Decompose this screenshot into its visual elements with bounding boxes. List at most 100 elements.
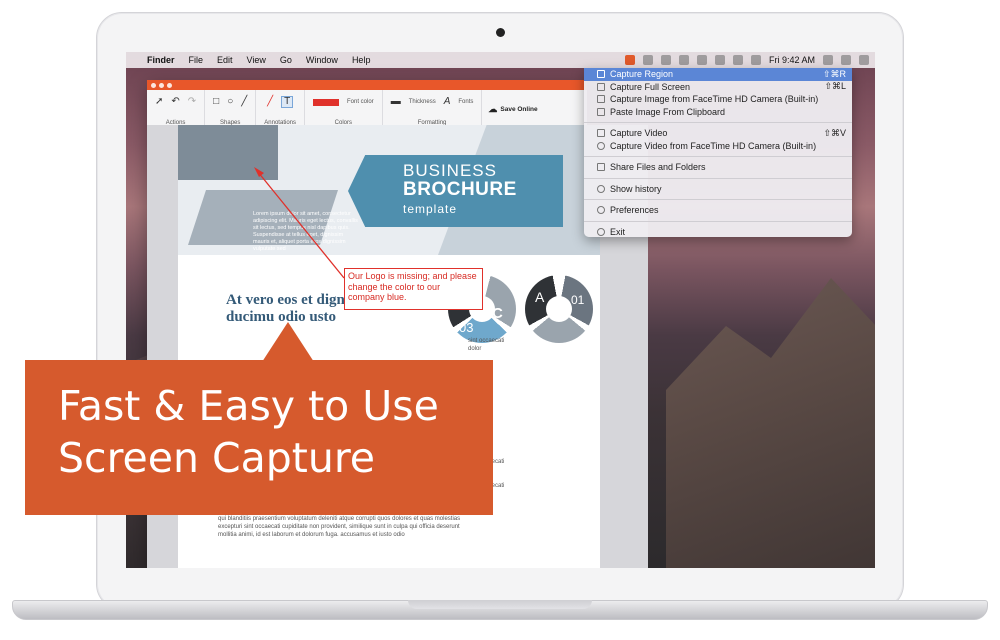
rectangle-icon[interactable]: □ — [213, 97, 219, 107]
toolbar-group-shapes: □ ○ ╱ Shapes — [205, 90, 257, 129]
body-text-right: dolor — [468, 346, 482, 352]
toolbar-group-actions: ➚ ↶ ↷ Actions — [147, 90, 206, 129]
menu-view[interactable]: View — [240, 55, 273, 65]
arrow-tool-icon[interactable]: ╱ — [267, 97, 273, 107]
color-swatch[interactable] — [313, 98, 339, 106]
menu-item-shortcut: ⇧⌘L — [824, 81, 846, 92]
header-paragraph: Lorem ipsum dolor sit amet, consectetur … — [253, 211, 358, 252]
toolbar-group-annotations: ╱ T Annotations — [256, 90, 305, 129]
close-window-button[interactable] — [151, 82, 156, 88]
menu-item-label: Capture Video from FaceTime HD Camera (B… — [610, 140, 817, 151]
list-icon[interactable] — [859, 55, 869, 65]
menu-app-name[interactable]: Finder — [140, 55, 182, 65]
circle-icon[interactable]: ○ — [227, 97, 233, 107]
menu-help[interactable]: Help — [345, 55, 378, 65]
fonts-icon[interactable]: A — [444, 97, 451, 107]
camera-icon — [496, 28, 505, 37]
menu-separator — [584, 122, 852, 123]
screen-capture-app-icon[interactable] — [624, 55, 635, 65]
save-online-label: Save Online — [500, 106, 538, 113]
menu-item-capture-region[interactable]: Capture Region ⇧⌘R — [584, 68, 852, 81]
menu-item-capture-video[interactable]: Capture Video ⇧⌘V — [584, 127, 852, 140]
callout-pointer — [262, 322, 314, 362]
circle-label-c: C — [492, 305, 503, 322]
thickness-icon[interactable]: ▬ — [391, 97, 401, 107]
menu-item-share-files[interactable]: Share Files and Folders — [584, 161, 852, 174]
circle-label-01: 01 — [571, 293, 585, 307]
menu-bar: Finder File Edit View Go Window Help Fri… — [126, 52, 875, 68]
menu-item-capture-full-screen[interactable]: Capture Full Screen ⇧⌘L — [584, 81, 852, 94]
menu-go[interactable]: Go — [273, 55, 299, 65]
menu-item-label: Paste Image From Clipboard — [610, 106, 726, 117]
user-icon[interactable] — [841, 55, 851, 65]
menu-item-capture-image-camera[interactable]: Capture Image from FaceTime HD Camera (B… — [584, 93, 852, 106]
power-icon — [597, 227, 605, 236]
editor-toolbar: ➚ ↶ ↷ Actions □ ○ ╱ Shapes ╱ T Annotatio… — [147, 90, 587, 130]
body-text-bottom: qui blanditiis praesentium voluptatum de… — [218, 516, 461, 538]
camera-icon — [597, 95, 605, 104]
fonts-label: Fonts — [458, 99, 474, 105]
menu-item-label: Share Files and Folders — [610, 162, 706, 173]
cloud-upload-icon: ☁ — [488, 104, 498, 114]
menu-item-label: Capture Video — [610, 128, 668, 139]
annotation-textbox[interactable]: Our Logo is missing; and please change t… — [344, 268, 483, 310]
menu-item-preferences[interactable]: Preferences — [584, 204, 852, 217]
webcam-icon — [597, 141, 605, 150]
dropbox-icon[interactable] — [642, 55, 653, 65]
menu-clock[interactable]: Fri 9:42 AM — [769, 55, 815, 65]
menu-separator — [584, 156, 852, 157]
gear-icon — [597, 206, 605, 215]
sync-icon[interactable] — [660, 55, 671, 65]
share-icon — [597, 163, 605, 172]
battery-icon[interactable] — [750, 55, 761, 65]
undo-icon[interactable]: ↶ — [171, 97, 179, 107]
banner-title-line2: BROCHURE — [403, 179, 517, 200]
search-icon[interactable] — [823, 55, 833, 65]
circle-label-03: 03 — [459, 320, 474, 335]
header-band — [178, 125, 278, 180]
cloud-icon[interactable] — [678, 55, 689, 65]
toolbar-group-colors: Font color Colors — [305, 90, 383, 129]
banner-title-line3: template — [403, 202, 458, 216]
menu-item-paste-image[interactable]: Paste Image From Clipboard — [584, 106, 852, 119]
menu-item-label: Show history — [610, 183, 662, 194]
laptop-notch — [408, 600, 592, 609]
fullscreen-icon — [597, 82, 605, 91]
toolbar-group-formatting: ▬ Thickness A Fonts Formatting — [383, 90, 483, 129]
menu-separator — [584, 177, 852, 179]
video-icon — [597, 129, 605, 138]
body-text-right: sint occaecati — [468, 338, 505, 344]
infographic-circle-right-center — [546, 296, 572, 322]
menu-item-shortcut: ⇧⌘R — [822, 68, 846, 79]
window-titlebar — [147, 80, 587, 90]
airplay-icon[interactable] — [732, 55, 743, 65]
zoom-window-button[interactable] — [167, 82, 172, 88]
region-icon — [597, 70, 605, 79]
minimize-window-button[interactable] — [159, 82, 164, 88]
menu-item-capture-video-camera[interactable]: Capture Video from FaceTime HD Camera (B… — [584, 140, 852, 153]
promo-line-1: Fast & Easy to Use — [58, 382, 439, 430]
save-online-button[interactable]: ☁ Save Online — [482, 90, 543, 129]
banner-title-line1: BUSINESS — [403, 161, 497, 180]
menu-separator — [584, 220, 852, 222]
pointer-icon[interactable]: ➚ — [155, 97, 163, 107]
circle-label-a: A — [535, 289, 545, 305]
menu-separator — [584, 199, 852, 200]
menu-edit[interactable]: Edit — [210, 55, 240, 65]
menu-item-show-history[interactable]: Show history — [584, 183, 852, 196]
bluetooth-icon[interactable] — [696, 55, 707, 65]
capture-menu: Capture Region ⇧⌘R Capture Full Screen ⇧… — [584, 68, 852, 237]
promo-line-2: Screen Capture — [58, 434, 376, 482]
menu-file[interactable]: File — [182, 55, 211, 65]
wifi-icon[interactable] — [714, 55, 725, 65]
menu-item-label: Capture Full Screen — [610, 81, 691, 92]
line-icon[interactable]: ╱ — [241, 97, 247, 107]
thickness-label: Thickness — [408, 99, 436, 105]
history-icon — [597, 184, 605, 193]
menu-item-exit[interactable]: Exit — [584, 226, 852, 239]
redo-icon[interactable]: ↷ — [188, 97, 196, 107]
text-tool-icon[interactable]: T — [281, 96, 294, 108]
menu-window[interactable]: Window — [299, 55, 345, 65]
menu-item-label: Exit — [610, 226, 626, 237]
mountain-wallpaper — [666, 278, 875, 568]
